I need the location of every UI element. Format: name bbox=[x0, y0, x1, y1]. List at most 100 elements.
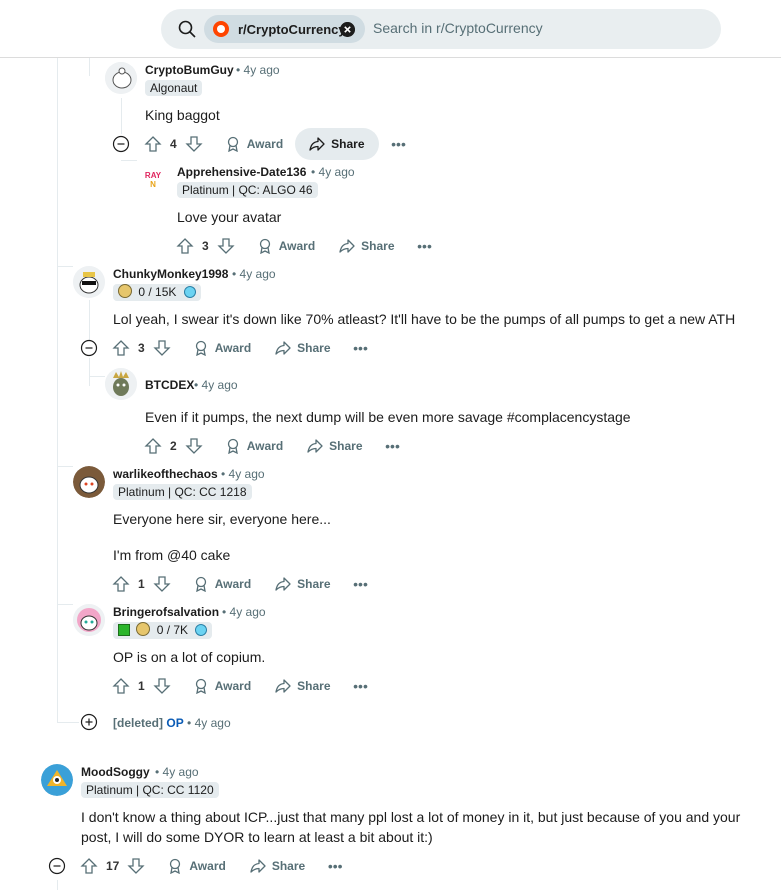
thread-line[interactable] bbox=[57, 58, 58, 712]
user-flair: 0 / 7K bbox=[113, 621, 213, 639]
avatar[interactable]: RAY N bbox=[137, 164, 169, 196]
share-button[interactable]: Share bbox=[240, 850, 315, 882]
share-button[interactable]: Share bbox=[329, 230, 404, 262]
award-button[interactable]: Award bbox=[215, 430, 293, 462]
comment-time: • 4y ago bbox=[187, 716, 231, 730]
thread-line[interactable] bbox=[57, 266, 73, 267]
thread-line[interactable] bbox=[57, 466, 73, 467]
search-icon bbox=[178, 20, 196, 38]
collapse-icon[interactable] bbox=[112, 135, 130, 153]
award-button[interactable]: Award bbox=[247, 230, 325, 262]
flair-text: 0 / 15K bbox=[138, 285, 177, 299]
award-button[interactable]: Award bbox=[183, 332, 261, 364]
share-button[interactable]: Share bbox=[265, 332, 340, 364]
share-button[interactable]: Share bbox=[297, 430, 372, 462]
more-icon[interactable]: ••• bbox=[345, 670, 377, 702]
downvote-icon[interactable] bbox=[185, 135, 203, 153]
award-button[interactable]: Award bbox=[157, 850, 235, 882]
vote-group: 2 bbox=[144, 430, 203, 462]
comment-body-line: I don't know a thing about ICP...just th… bbox=[81, 809, 741, 825]
downvote-icon[interactable] bbox=[153, 339, 171, 357]
moon-icon bbox=[193, 621, 210, 639]
community-logo-icon bbox=[213, 21, 229, 37]
more-icon[interactable]: ••• bbox=[377, 430, 409, 462]
thread-line[interactable] bbox=[57, 722, 79, 723]
vote-count: 1 bbox=[138, 679, 145, 693]
upvote-icon[interactable] bbox=[80, 857, 98, 875]
downvote-icon[interactable] bbox=[185, 437, 203, 455]
comment-author[interactable]: CryptoBumGuy bbox=[145, 63, 234, 77]
comment-time[interactable]: • 4y ago bbox=[222, 605, 266, 619]
vote-count: 17 bbox=[106, 859, 120, 873]
comment-time[interactable]: • 4y ago bbox=[194, 378, 238, 392]
award-button[interactable]: Award bbox=[215, 128, 293, 160]
more-icon[interactable]: ••• bbox=[345, 568, 377, 600]
thread-line[interactable] bbox=[57, 712, 58, 722]
thread-line[interactable] bbox=[121, 98, 122, 134]
avatar[interactable] bbox=[105, 368, 137, 400]
avatar[interactable] bbox=[41, 764, 73, 796]
downvote-icon[interactable] bbox=[217, 237, 235, 255]
thread-line[interactable] bbox=[89, 300, 90, 340]
comment-time[interactable]: • 4y ago bbox=[221, 467, 265, 481]
award-label: Award bbox=[214, 577, 252, 591]
comment-author[interactable]: warlikeofthechaos bbox=[113, 467, 218, 481]
downvote-icon[interactable] bbox=[153, 575, 171, 593]
comment-author[interactable]: Bringerofsalvation bbox=[113, 605, 219, 619]
upvote-icon[interactable] bbox=[144, 135, 162, 153]
comment-author[interactable]: MoodSoggy bbox=[81, 765, 150, 779]
thread-line[interactable] bbox=[121, 160, 137, 161]
thread-line[interactable] bbox=[57, 880, 58, 890]
collapse-icon[interactable] bbox=[48, 857, 66, 875]
upvote-icon[interactable] bbox=[144, 437, 162, 455]
avatar[interactable] bbox=[105, 62, 137, 94]
close-icon[interactable] bbox=[340, 22, 355, 37]
community-chip-label: r/CryptoCurrency bbox=[238, 22, 346, 37]
comment-author[interactable]: ChunkyMonkey1998 bbox=[113, 267, 228, 281]
award-button[interactable]: Award bbox=[183, 568, 261, 600]
comment-body: King baggot bbox=[145, 107, 220, 123]
more-icon[interactable]: ••• bbox=[345, 332, 377, 364]
upvote-icon[interactable] bbox=[112, 575, 130, 593]
collapse-icon[interactable] bbox=[80, 339, 98, 357]
comment-time[interactable]: • 4y ago bbox=[232, 267, 276, 281]
comment-time[interactable]: • 4y ago bbox=[236, 63, 280, 77]
thread-line[interactable] bbox=[89, 358, 90, 386]
share-icon bbox=[339, 239, 355, 253]
comment-time[interactable]: • 4y ago bbox=[155, 765, 199, 779]
avatar[interactable] bbox=[73, 604, 105, 636]
comment-author[interactable]: Apprehensive-Date136 bbox=[177, 165, 306, 179]
more-icon[interactable]: ••• bbox=[409, 230, 441, 262]
downvote-icon[interactable] bbox=[127, 857, 145, 875]
share-button[interactable]: Share bbox=[265, 670, 340, 702]
vote-count: 3 bbox=[202, 239, 209, 253]
comment-actions: 1 Award Share ••• bbox=[112, 670, 377, 702]
community-chip[interactable]: r/CryptoCurrency bbox=[204, 15, 365, 43]
avatar[interactable] bbox=[73, 466, 105, 498]
green-badge-icon bbox=[118, 624, 130, 636]
award-icon bbox=[195, 678, 206, 694]
share-button[interactable]: Share bbox=[265, 568, 340, 600]
upvote-icon[interactable] bbox=[112, 339, 130, 357]
share-icon bbox=[309, 137, 325, 151]
upvote-icon[interactable] bbox=[176, 237, 194, 255]
collapsed-comment[interactable]: [deleted] OP • 4y ago bbox=[113, 716, 231, 730]
more-icon[interactable]: ••• bbox=[319, 850, 351, 882]
thread-line[interactable] bbox=[89, 58, 90, 76]
thread-line[interactable] bbox=[57, 604, 73, 605]
award-button[interactable]: Award bbox=[183, 670, 261, 702]
expand-icon[interactable] bbox=[80, 713, 98, 731]
vote-count: 2 bbox=[170, 439, 177, 453]
search-bar[interactable]: r/CryptoCurrency bbox=[161, 9, 721, 49]
downvote-icon[interactable] bbox=[153, 677, 171, 695]
search-input[interactable] bbox=[373, 20, 703, 36]
comment-time[interactable]: • 4y ago bbox=[311, 165, 355, 179]
comment-author[interactable]: BTCDEX bbox=[145, 378, 194, 392]
share-button[interactable]: Share bbox=[295, 128, 379, 160]
thread-line[interactable] bbox=[89, 376, 105, 377]
top-header: r/CryptoCurrency bbox=[0, 0, 781, 58]
more-icon[interactable]: ••• bbox=[383, 128, 415, 160]
avatar[interactable] bbox=[73, 266, 105, 298]
comment-actions: 4 Award Share ••• bbox=[144, 128, 415, 160]
upvote-icon[interactable] bbox=[112, 677, 130, 695]
